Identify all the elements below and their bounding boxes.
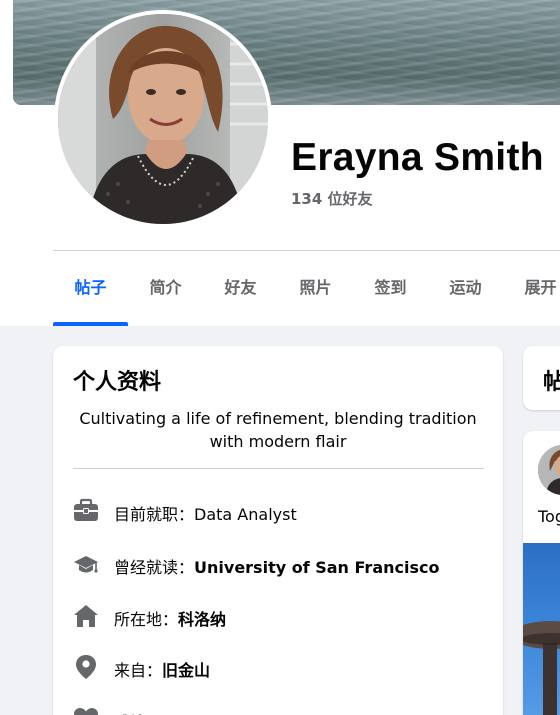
profile-avatar[interactable] — [58, 14, 268, 224]
profile-tabs: 帖子 简介 好友 照片 签到 运动 展开 — [53, 252, 560, 326]
school-link[interactable]: University of San Francisco — [194, 558, 439, 577]
info-row-education: 曾经就读：University of San Francisco — [73, 550, 493, 578]
info-text-education: 曾经就读：University of San Francisco — [114, 558, 440, 577]
tab-more[interactable]: 展开 — [503, 252, 560, 326]
heart-icon — [73, 705, 99, 715]
info-row-work: 目前就职：Data Analyst — [73, 497, 493, 525]
friends-count[interactable]: 134 位好友 — [291, 188, 373, 209]
hometown-link[interactable]: 旧金山 — [162, 661, 210, 680]
location-pin-icon — [73, 653, 99, 681]
info-row-from: 来自：旧金山 — [73, 653, 493, 681]
tab-sports[interactable]: 运动 — [428, 252, 503, 326]
intro-title: 个人资料 — [73, 370, 162, 395]
info-text-relationship: 感情 — [114, 709, 146, 715]
tab-friends[interactable]: 好友 — [203, 252, 278, 326]
info-text-work: 目前就职：Data Analyst — [114, 505, 297, 524]
post-image-content — [523, 621, 560, 715]
tab-posts[interactable]: 帖子 — [53, 252, 128, 326]
intro-card: 个人资料 Cultivating a life of refinement, b… — [53, 346, 503, 715]
tab-checkins[interactable]: 签到 — [353, 252, 428, 326]
tab-photos[interactable]: 照片 — [278, 252, 353, 326]
info-text-from: 来自：旧金山 — [114, 661, 211, 680]
post-image[interactable] — [523, 543, 560, 715]
profile-name: Erayna Smith — [291, 136, 544, 179]
posts-title: 帖子 — [543, 370, 560, 395]
post-text: Together — [538, 507, 560, 526]
info-row-lives-in: 所在地：科洛纳 — [73, 602, 493, 630]
profile-page: Erayna Smith 134 位好友 帖子 简介 好友 照片 签到 运动 展… — [0, 0, 560, 715]
briefcase-icon — [73, 497, 99, 525]
graduation-cap-icon — [73, 550, 99, 578]
avatar-portrait — [58, 14, 268, 224]
info-text-lives-in: 所在地：科洛纳 — [114, 610, 227, 629]
info-row-relationship: 感情 — [73, 705, 493, 715]
post-card: Together — [523, 431, 560, 715]
home-icon — [73, 602, 99, 630]
active-tab-indicator — [53, 322, 128, 326]
intro-divider — [73, 468, 484, 469]
city-link[interactable]: 科洛纳 — [178, 610, 226, 629]
tab-about[interactable]: 简介 — [128, 252, 203, 326]
header-divider — [53, 250, 560, 251]
post-author-portrait — [538, 445, 560, 495]
posts-header-card: 帖子 — [523, 346, 560, 410]
profile-header: Erayna Smith 134 位好友 帖子 简介 好友 照片 签到 运动 展… — [0, 0, 560, 326]
bio-text: Cultivating a life of refinement, blendi… — [79, 409, 477, 451]
post-author-avatar[interactable] — [538, 445, 560, 495]
